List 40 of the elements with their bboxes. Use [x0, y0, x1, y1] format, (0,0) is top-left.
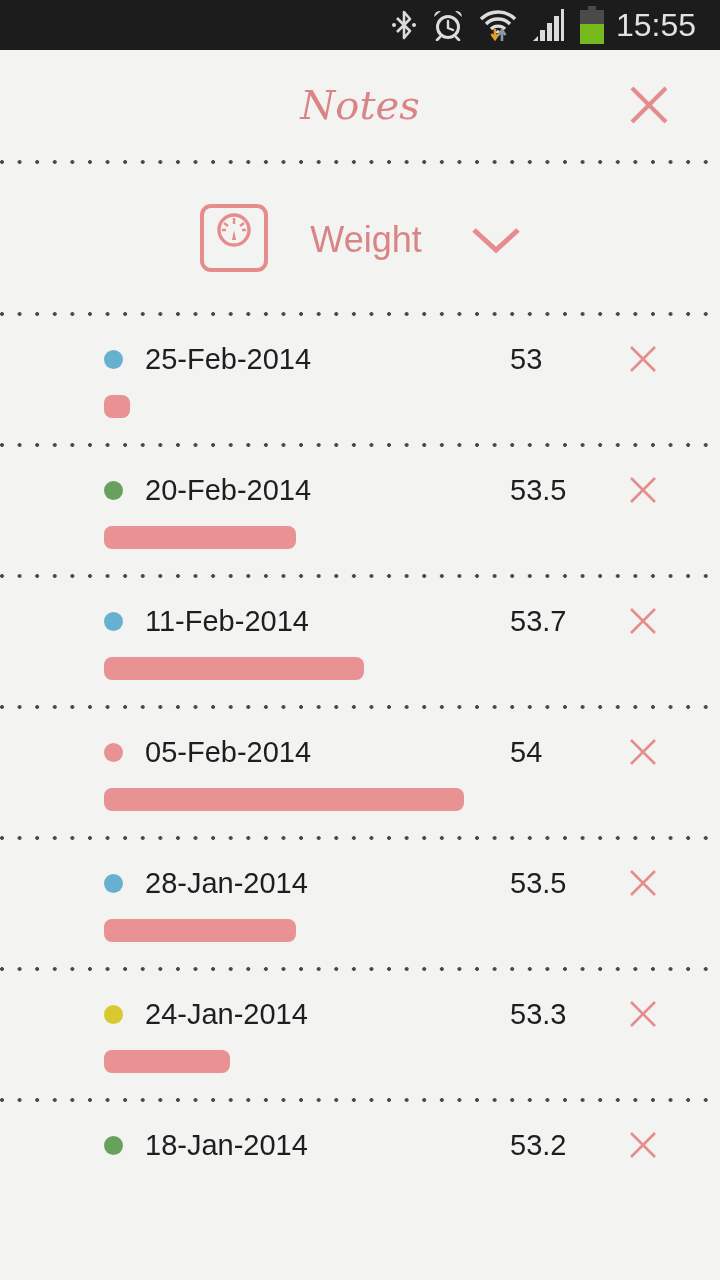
- entry-value: 53: [510, 344, 544, 374]
- entry-value: 53.7: [510, 606, 568, 636]
- battery-icon: [579, 6, 604, 44]
- entry-value: 53.2: [510, 1130, 568, 1160]
- bluetooth-icon: [391, 9, 416, 41]
- category-dropdown[interactable]: Weight: [310, 219, 520, 261]
- alarm-clock-icon: [431, 9, 464, 41]
- close-icon: [630, 346, 656, 372]
- entry-date: 05-Feb-2014: [145, 737, 313, 767]
- entry-date: 24-Jan-2014: [145, 999, 309, 1029]
- scale-icon: [200, 204, 269, 272]
- entry-date: 18-Jan-2014: [145, 1130, 309, 1160]
- delete-button[interactable]: [630, 739, 656, 765]
- entry-value: 53.5: [510, 475, 568, 505]
- close-icon: [630, 86, 668, 124]
- close-icon: [630, 1132, 656, 1158]
- entry-date: 25-Feb-2014: [145, 344, 313, 374]
- entry-value: 53.5: [510, 868, 568, 898]
- close-button[interactable]: [630, 86, 668, 124]
- entry-date: 20-Feb-2014: [145, 475, 313, 505]
- close-icon: [630, 739, 656, 765]
- close-icon: [630, 870, 656, 896]
- entry-value: 53.3: [510, 999, 568, 1029]
- clock-time: 15:55: [615, 9, 696, 41]
- delete-button[interactable]: [630, 870, 656, 896]
- app-title: Notes: [300, 85, 420, 125]
- signal-icon: [531, 9, 564, 41]
- close-icon: [630, 1001, 656, 1027]
- delete-button[interactable]: [630, 346, 656, 372]
- entry-date: 11-Feb-2014: [145, 606, 310, 636]
- entry-value: 54: [510, 737, 544, 767]
- delete-button[interactable]: [630, 1001, 656, 1027]
- delete-button[interactable]: [630, 477, 656, 503]
- delete-button[interactable]: [630, 608, 656, 634]
- entry-date: 28-Jan-2014: [145, 868, 309, 898]
- delete-button[interactable]: [630, 1132, 656, 1158]
- close-icon: [630, 608, 656, 634]
- wifi-icon: [479, 8, 516, 42]
- chevron-down-icon: [471, 227, 520, 253]
- close-icon: [630, 477, 656, 503]
